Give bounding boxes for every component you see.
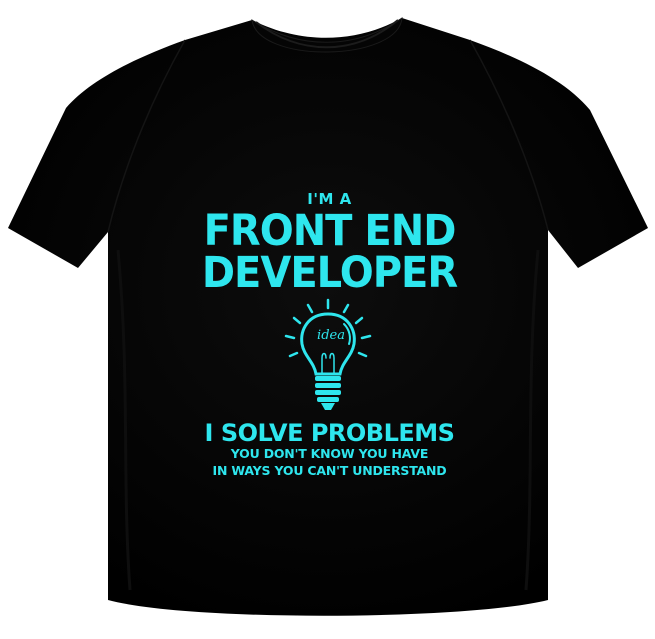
lightbulb-icon [284,298,372,410]
print-line-dont-know: YOU DON'T KNOW YOU HAVE [230,446,429,461]
print-line-developer: DEVELOPER [201,248,458,298]
print-line-im-a: I'M A [307,190,352,208]
bulb-word: idea [317,328,345,343]
print-line-ways: IN WAYS YOU CAN'T UNDERSTAND [212,463,447,478]
print-line-solve-problems: I SOLVE PROBLEMS [204,419,455,447]
product-image: I'M A FRONT END DEVELOPER idea I SOLVE P… [0,0,655,639]
